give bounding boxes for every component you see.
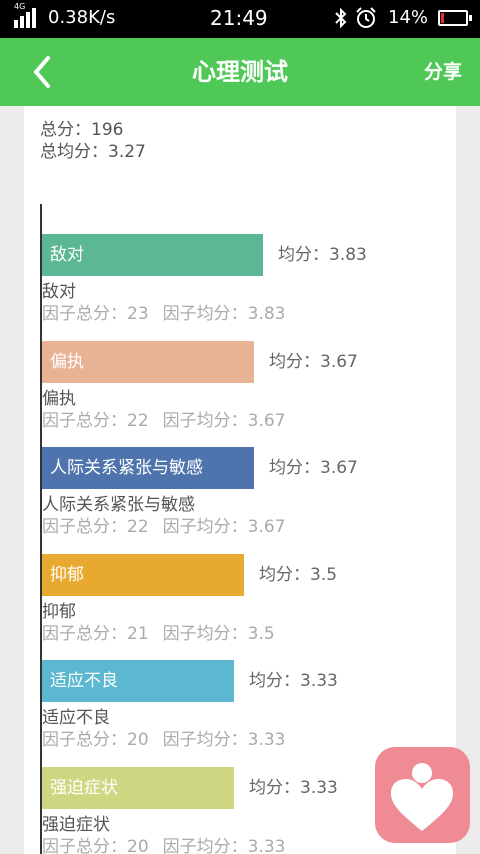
factor-total: 因子总分：20 [42, 730, 149, 750]
factor-stats: 因子总分：22 因子均分：3.67 [42, 406, 300, 431]
bar-average: 均分：3.83 [278, 245, 367, 265]
factor-total: 因子总分：21 [42, 623, 149, 644]
factor-stats: 因子总分：20 因子均分：3.33 [42, 832, 300, 854]
bar-average: 均分：3.5 [259, 564, 338, 585]
net-speed: 0.38K/s [48, 7, 116, 28]
bar: 抑郁 [42, 553, 244, 596]
factor-stats: 因子总分：20 因子均分：3.33 [42, 725, 300, 750]
factor-average: 因子均分：3.5 [162, 623, 275, 644]
network-type: 4G [14, 2, 26, 11]
factor-stats: 因子总分：22 因子均分：3.67 [42, 512, 300, 537]
bar-label: 抑郁 [50, 564, 84, 585]
bar-label: 强迫症状 [50, 777, 118, 798]
factor-item: 敌对 均分：3.83 敌对 因子总分：23 因子均分：3.83 [42, 234, 456, 341]
factor-average: 因子均分：3.33 [162, 836, 286, 854]
heart-person-icon [391, 763, 453, 831]
factor-item: 偏执 均分：3.67 偏执 因子总分：22 因子均分：3.67 [42, 340, 456, 448]
share-button[interactable]: 分享 [424, 38, 462, 106]
back-button[interactable] [24, 52, 64, 92]
bar: 强迫症状 [42, 766, 234, 809]
bar: 适应不良 [42, 660, 234, 702]
factor-stats: 因子总分：21 因子均分：3.5 [42, 619, 289, 644]
signal-icon: 4G [14, 2, 40, 28]
status-bar: 4G 0.38K/s 21:49 14% [0, 0, 480, 38]
battery-percent: 14% [388, 7, 429, 28]
alarm-icon [354, 6, 378, 37]
factor-total: 因子总分：23 [42, 304, 149, 324]
bar: 敌对 [42, 234, 263, 276]
factor-stats: 因子总分：23 因子均分：3.83 [42, 299, 300, 324]
factor-item: 抑郁 均分：3.5 抑郁 因子总分：21 因子均分：3.5 [42, 553, 456, 661]
bar-label: 敌对 [50, 245, 84, 265]
result-card: 总分：196 总均分：3.27 敌对 均分：3.83 敌对 因子总分：23 因子均分：3… [24, 106, 456, 854]
floating-action-button[interactable] [375, 747, 470, 843]
bar-label: 人际关系紧张与敏感 [50, 458, 203, 478]
bar: 偏执 [42, 340, 254, 383]
bar-average: 均分：3.67 [269, 351, 358, 372]
clock: 21:49 [210, 6, 268, 30]
bar-label: 偏执 [50, 351, 84, 372]
average-score: 总均分：3.27 [40, 142, 146, 162]
bar: 人际关系紧张与敏感 [42, 447, 254, 489]
bar-average: 均分：3.33 [249, 671, 338, 691]
factor-average: 因子均分：3.33 [162, 730, 286, 750]
bar-label: 适应不良 [50, 671, 118, 691]
factor-average: 因子均分：3.67 [162, 410, 286, 431]
bar-average: 均分：3.33 [249, 777, 338, 798]
factor-average: 因子均分：3.67 [162, 517, 286, 537]
factor-item: 人际关系紧张与敏感 均分：3.67 人际关系紧张与敏感 因子总分：22 因子均分：3.6… [42, 447, 456, 554]
factor-average: 因子均分：3.83 [162, 304, 286, 324]
battery-icon [438, 10, 472, 26]
factor-total: 因子总分：20 [42, 836, 149, 854]
page-title: 心理测试 [192, 58, 288, 86]
bluetooth-icon [332, 6, 350, 37]
bar-average: 均分：3.67 [269, 458, 358, 478]
factor-total: 因子总分：22 [42, 517, 149, 537]
factor-total: 因子总分：22 [42, 410, 149, 431]
chevron-left-icon [34, 56, 50, 88]
app-bar: 心理测试 分享 [0, 38, 480, 106]
